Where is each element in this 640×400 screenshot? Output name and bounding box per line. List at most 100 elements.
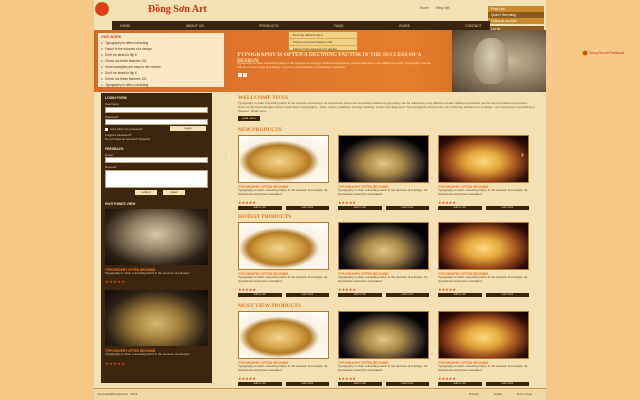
header-link-home[interactable]: Home <box>420 6 429 10</box>
add-to-cart-button[interactable]: add to cart <box>338 206 382 210</box>
logo-icon[interactable] <box>95 2 109 16</box>
add-to-cart-button[interactable]: add to cart <box>438 382 482 386</box>
product-image[interactable] <box>438 135 529 183</box>
add-to-cart-button[interactable]: add to cart <box>438 293 482 297</box>
dropdown-item[interactable]: Don't be afraid to flip it <box>289 32 357 39</box>
submit-button[interactable]: submit <box>135 190 157 195</box>
rating-stars: ★★★★★ <box>238 287 256 292</box>
our-work-item[interactable]: Check out these features 101 <box>101 59 221 63</box>
our-work-item[interactable]: Check out these features 101 <box>101 77 221 81</box>
remember-checkbox[interactable]: remember the password <box>105 127 142 131</box>
section-title: NEW PRODUCTS <box>238 127 282 133</box>
product-image[interactable] <box>438 222 529 270</box>
buddha-face-image <box>452 30 546 92</box>
checkbox-box[interactable] <box>105 127 108 131</box>
register-link[interactable]: Do not have an account? Register <box>105 137 150 141</box>
right-panel-item[interactable]: Thông tin cá nhân <box>488 18 544 24</box>
our-work-title: OUR WORK <box>101 35 122 39</box>
add-to-cart-button[interactable]: add to cart <box>438 206 482 210</box>
product-image[interactable] <box>338 222 429 270</box>
nav-item-about[interactable]: ABOUT US <box>186 24 204 28</box>
nav-item-faqs[interactable]: FAQS <box>334 24 343 28</box>
facebook-link[interactable]: Đồng Sơn Art Facebook <box>582 50 624 56</box>
read-more-button[interactable]: read more <box>385 293 429 297</box>
nav-item-home[interactable]: HOME <box>120 24 131 28</box>
read-more-button[interactable]: read more <box>485 382 529 386</box>
remember-label: remember the password <box>110 127 143 131</box>
product-image[interactable] <box>338 311 429 359</box>
read-more-button[interactable]: read more <box>285 382 329 386</box>
add-to-cart-button[interactable]: add to cart <box>338 382 382 386</box>
next-arrow-icon[interactable]: › <box>521 150 524 159</box>
pager-dot[interactable]: 2 <box>243 73 247 77</box>
site-logo[interactable]: Đồng Sơn Art <box>148 4 207 15</box>
add-to-cart-button[interactable]: add to cart <box>238 293 282 297</box>
read-more-button[interactable]: read more <box>238 116 260 121</box>
request-label: Request <box>105 165 117 169</box>
our-work-item[interactable]: Don't be afraid to flip it <box>101 71 221 75</box>
add-to-cart-button[interactable]: add to cart <box>238 206 282 210</box>
dropdown-menu: Don't be afraid to flip it Check out the… <box>288 31 358 53</box>
header-link-language[interactable]: Tiếng Việt <box>435 6 449 10</box>
rating-stars: ★★★★★ <box>105 279 126 284</box>
product-card[interactable]: TYPOGRAPHY OFTEN DECIDING Typography is o… <box>238 222 329 297</box>
prev-arrow-icon[interactable]: ‹ <box>228 150 231 159</box>
rating-stars: ★★★★★ <box>438 200 456 205</box>
nav-item-guide[interactable]: GUIDE <box>399 24 410 28</box>
read-more-button[interactable]: read more <box>385 382 429 386</box>
add-to-cart-button[interactable]: add to cart <box>238 382 282 386</box>
product-card[interactable]: TYPOGRAPHY OFTEN DECIDING Typography is o… <box>438 222 529 297</box>
footer-link-privacy[interactable]: Privacy <box>469 392 479 396</box>
reset-button[interactable]: reset <box>163 190 185 195</box>
read-more-button[interactable]: read more <box>285 293 329 297</box>
pager-dot[interactable]: 1 <box>238 73 242 77</box>
sidebar-product-image[interactable] <box>105 290 208 346</box>
read-more-button[interactable]: read more <box>485 293 529 297</box>
product-card[interactable]: TYPOGRAPHY OFTEN DECIDING Typography is o… <box>238 135 329 210</box>
product-desc: Typography is often a deciding factor in… <box>438 365 528 372</box>
rating-stars: ★★★★★ <box>438 287 456 292</box>
product-image[interactable] <box>238 135 329 183</box>
our-work-item[interactable]: Typography is often a deciding <box>101 41 221 45</box>
password-input[interactable] <box>105 119 208 125</box>
rating-stars: ★★★★★ <box>238 200 256 205</box>
product-card[interactable]: TYPOGRAPHY OFTEN DECIDING Typography is o… <box>438 311 529 386</box>
product-desc: Typography is often a deciding factor in… <box>338 276 428 283</box>
product-image[interactable] <box>338 135 429 183</box>
read-more-button[interactable]: read more <box>485 206 529 210</box>
nav-item-products[interactable]: PRODUCTS <box>259 24 279 28</box>
our-work-item[interactable]: Don't be afraid to flip it <box>101 53 221 57</box>
read-more-button[interactable]: read more <box>285 206 329 210</box>
add-to-cart-button[interactable]: add to cart <box>338 293 382 297</box>
product-image[interactable] <box>438 311 529 359</box>
footer-link-terms[interactable]: Term of use <box>517 392 533 396</box>
dropdown-item[interactable]: Check out these features 101 <box>289 39 357 46</box>
email-field[interactable] <box>105 157 208 163</box>
welcome-text: Typography is often a deciding factor in… <box>238 101 535 113</box>
login-button[interactable]: Login <box>170 126 206 131</box>
username-input[interactable] <box>105 107 208 113</box>
product-image[interactable] <box>238 222 329 270</box>
sidebar-product-image[interactable] <box>105 209 208 265</box>
footer-links: Privacy Guide Term of use <box>455 392 532 396</box>
read-more-button[interactable]: read more <box>385 206 429 210</box>
footer-link-guide[interactable]: Guide <box>494 392 502 396</box>
facebook-icon <box>582 50 588 56</box>
product-card[interactable]: TYPOGRAPHY OFTEN DECIDING Typography is o… <box>438 135 529 210</box>
header-links: Home Tiếng Việt <box>420 6 456 10</box>
our-work-item[interactable]: Typography is often a deciding <box>101 83 221 87</box>
hiv-title: HIVOTHINES VIEW <box>105 202 136 206</box>
product-desc: Typography is often a deciding factor in… <box>338 189 428 196</box>
our-work-item[interactable]: Factor in the success of a design. <box>101 47 221 51</box>
product-card[interactable]: TYPOGRAPHY OFTEN DECIDING Typography is o… <box>338 222 429 297</box>
product-card[interactable]: TYPOGRAPHY OFTEN DECIDING Typography is o… <box>238 311 329 386</box>
rating-stars: ★★★★★ <box>338 200 356 205</box>
request-textarea[interactable] <box>105 170 208 188</box>
product-card[interactable]: TYPOGRAPHY OFTEN DECIDING Typography is o… <box>338 311 429 386</box>
username-label: Username <box>105 102 119 106</box>
nav-item-contact[interactable]: CONTACT <box>465 24 482 28</box>
our-work-item[interactable]: Great examples are easy to the context <box>101 65 221 69</box>
product-desc: Typography is often a deciding factor in… <box>238 189 328 196</box>
product-image[interactable] <box>238 311 329 359</box>
product-card[interactable]: TYPOGRAPHY OFTEN DECIDING Typography is o… <box>338 135 429 210</box>
